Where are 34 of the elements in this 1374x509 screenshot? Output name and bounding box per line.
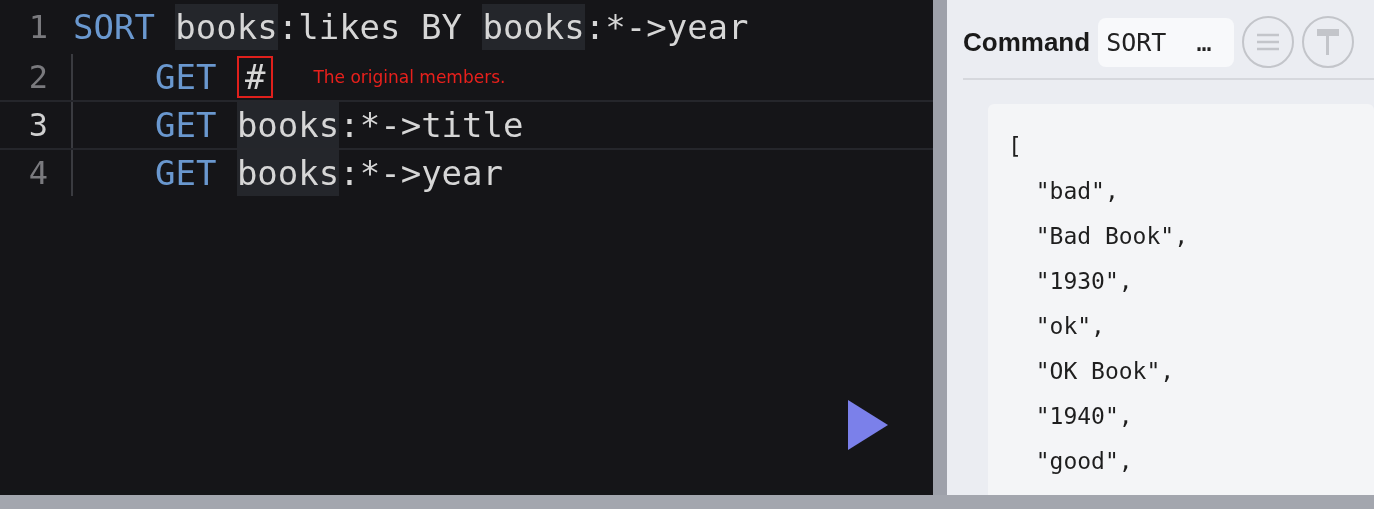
code-text: books [236,102,340,148]
output-line: "Bad Book", [1034,222,1189,251]
code-text: books [175,4,278,50]
code-keyword: GET [155,56,217,99]
output-line: "bad", [1034,177,1120,206]
output-line: [ [1008,132,1023,161]
line-number: 2 [27,57,48,98]
code-keyword: GET [155,104,217,147]
annotation-text: The original members. [313,67,506,87]
code-text: :*->title [339,104,524,147]
code-keyword: GET [155,152,217,195]
run-button[interactable] [846,398,890,452]
line-number: 1 [27,7,48,48]
code-text: books [482,4,585,50]
code-text: :likes BY [277,6,463,49]
splitter-bar[interactable] [933,0,947,495]
output-line: "1940", [1034,402,1134,431]
code-text: books [236,150,340,196]
line-number: 4 [27,153,48,194]
highlighted-token: # [236,56,274,98]
code-keyword: SORT [73,6,155,49]
output-line: "OK Book", [1034,357,1176,386]
output-line: "ok", [1034,312,1106,341]
code-text: :*->year [339,152,503,195]
list-button[interactable] [1242,16,1295,68]
list-icon [1255,32,1282,52]
command-field[interactable]: SORT … [1098,17,1235,67]
code-editor[interactable]: 1 SORT books:likes BY books:*->year 2 GET # The original members. 3 GET books:*->title 4 GET books:*->year [0,0,933,495]
command-label: Command [963,26,1091,58]
output-line: "1930", [1034,267,1134,296]
format-button[interactable] [1302,16,1355,68]
output-line: "good", [1034,447,1134,476]
code-text: :*->year [584,6,749,49]
line-number: 3 [27,105,48,146]
